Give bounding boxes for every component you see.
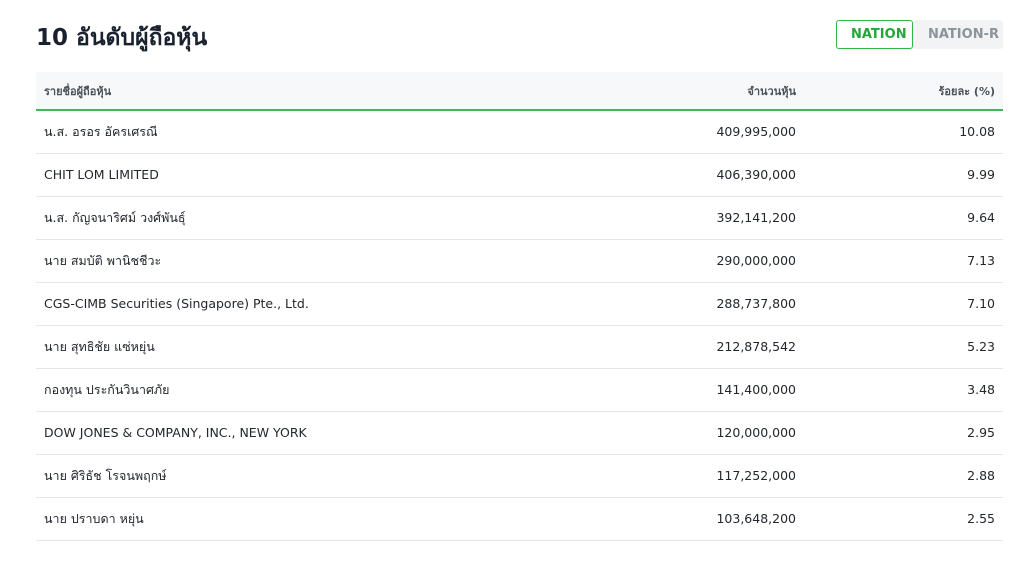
- column-header-shares: จำนวนหุ้น: [747, 84, 796, 98]
- share-percent: 2.88: [967, 468, 995, 483]
- table-row: CGS-CIMB Securities (Singapore) Pte., Lt…: [36, 282, 1003, 325]
- shareholders-table: รายชื่อผู้ถือหุ้น จำนวนหุ้น ร้อยละ (%) น…: [36, 72, 1003, 541]
- table-row: นาย ศิริธัช โรจนพฤกษ์ 117,252,000 2.88: [36, 454, 1003, 497]
- share-percent: 7.13: [967, 253, 995, 268]
- shareholder-name: นาย สมบัติ พานิชชีวะ: [44, 252, 162, 268]
- shareholder-name: น.ส. กัญจนาริศม์ วงศ์พันธุ์: [44, 209, 186, 225]
- share-percent: 10.08: [959, 124, 995, 140]
- share-count: 406,390,000: [716, 167, 796, 182]
- column-header-percent: ร้อยละ (%): [938, 84, 995, 98]
- share-percent: 2.55: [967, 511, 995, 526]
- share-percent: 2.95: [967, 425, 995, 440]
- table-body: น.ส. อรอร อัครเศรณี 409,995,000 10.08 CH…: [36, 110, 1003, 540]
- table-row: นาย สุทธิชัย แซ่หยุ่น 212,878,542 5.23: [36, 325, 1003, 368]
- shareholder-name: นาย ศิริธัช โรจนพฤกษ์: [44, 467, 167, 483]
- share-count: 117,252,000: [716, 468, 796, 483]
- table-row: นาย ปราบดา หยุ่น 103,648,200 2.55: [36, 497, 1003, 540]
- shareholder-name: น.ส. อรอร อัครเศรณี: [44, 123, 158, 139]
- share-count: 392,141,200: [716, 210, 796, 225]
- share-percent: 9.99: [967, 167, 995, 182]
- share-count: 141,400,000: [716, 382, 796, 397]
- table-row: DOW JONES & COMPANY, INC., NEW YORK 120,…: [36, 411, 1003, 454]
- table-row: CHIT LOM LIMITED 406,390,000 9.99: [36, 153, 1003, 196]
- shareholder-name: CGS-CIMB Securities (Singapore) Pte., Lt…: [44, 296, 309, 311]
- shareholder-name: CHIT LOM LIMITED: [44, 167, 159, 182]
- share-percent: 5.23: [967, 339, 995, 354]
- table-header-row: รายชื่อผู้ถือหุ้น จำนวนหุ้น ร้อยละ (%): [36, 72, 1003, 110]
- shareholders-page: 10 อันดับผู้ถือหุ้น NATION NATION-R รายช…: [36, 0, 1003, 573]
- share-count: 103,648,200: [716, 511, 796, 526]
- page-title: 10 อันดับผู้ถือหุ้น: [36, 25, 208, 51]
- shareholder-name: DOW JONES & COMPANY, INC., NEW YORK: [44, 425, 307, 440]
- section-header: 10 อันดับผู้ถือหุ้น NATION NATION-R: [36, 18, 1003, 58]
- shareholder-name: กองทุน ประกันวินาศภัย: [44, 381, 170, 397]
- tab-nation[interactable]: NATION: [836, 20, 913, 49]
- column-header-name: รายชื่อผู้ถือหุ้น: [44, 84, 112, 98]
- share-percent: 3.48: [967, 382, 995, 397]
- share-percent: 9.64: [967, 210, 995, 225]
- share-count: 212,878,542: [716, 339, 796, 354]
- symbol-tabs: NATION NATION-R: [836, 20, 1003, 49]
- table-row: กองทุน ประกันวินาศภัย 141,400,000 3.48: [36, 368, 1003, 411]
- table-row: นาย สมบัติ พานิชชีวะ 290,000,000 7.13: [36, 239, 1003, 282]
- table-row: น.ส. อรอร อัครเศรณี 409,995,000 10.08: [36, 110, 1003, 153]
- shareholder-name: นาย ปราบดา หยุ่น: [44, 510, 144, 526]
- table-header: รายชื่อผู้ถือหุ้น จำนวนหุ้น ร้อยละ (%): [36, 72, 1003, 110]
- table-row: น.ส. กัญจนาริศม์ วงศ์พันธุ์ 392,141,200 …: [36, 196, 1003, 239]
- share-count: 290,000,000: [716, 253, 796, 268]
- tab-nation-r[interactable]: NATION-R: [913, 20, 1003, 49]
- shareholder-name: นาย สุทธิชัย แซ่หยุ่น: [44, 338, 155, 354]
- share-percent: 7.10: [967, 296, 995, 311]
- share-count: 120,000,000: [716, 425, 796, 440]
- share-count: 409,995,000: [716, 124, 796, 140]
- share-count: 288,737,800: [716, 296, 796, 311]
